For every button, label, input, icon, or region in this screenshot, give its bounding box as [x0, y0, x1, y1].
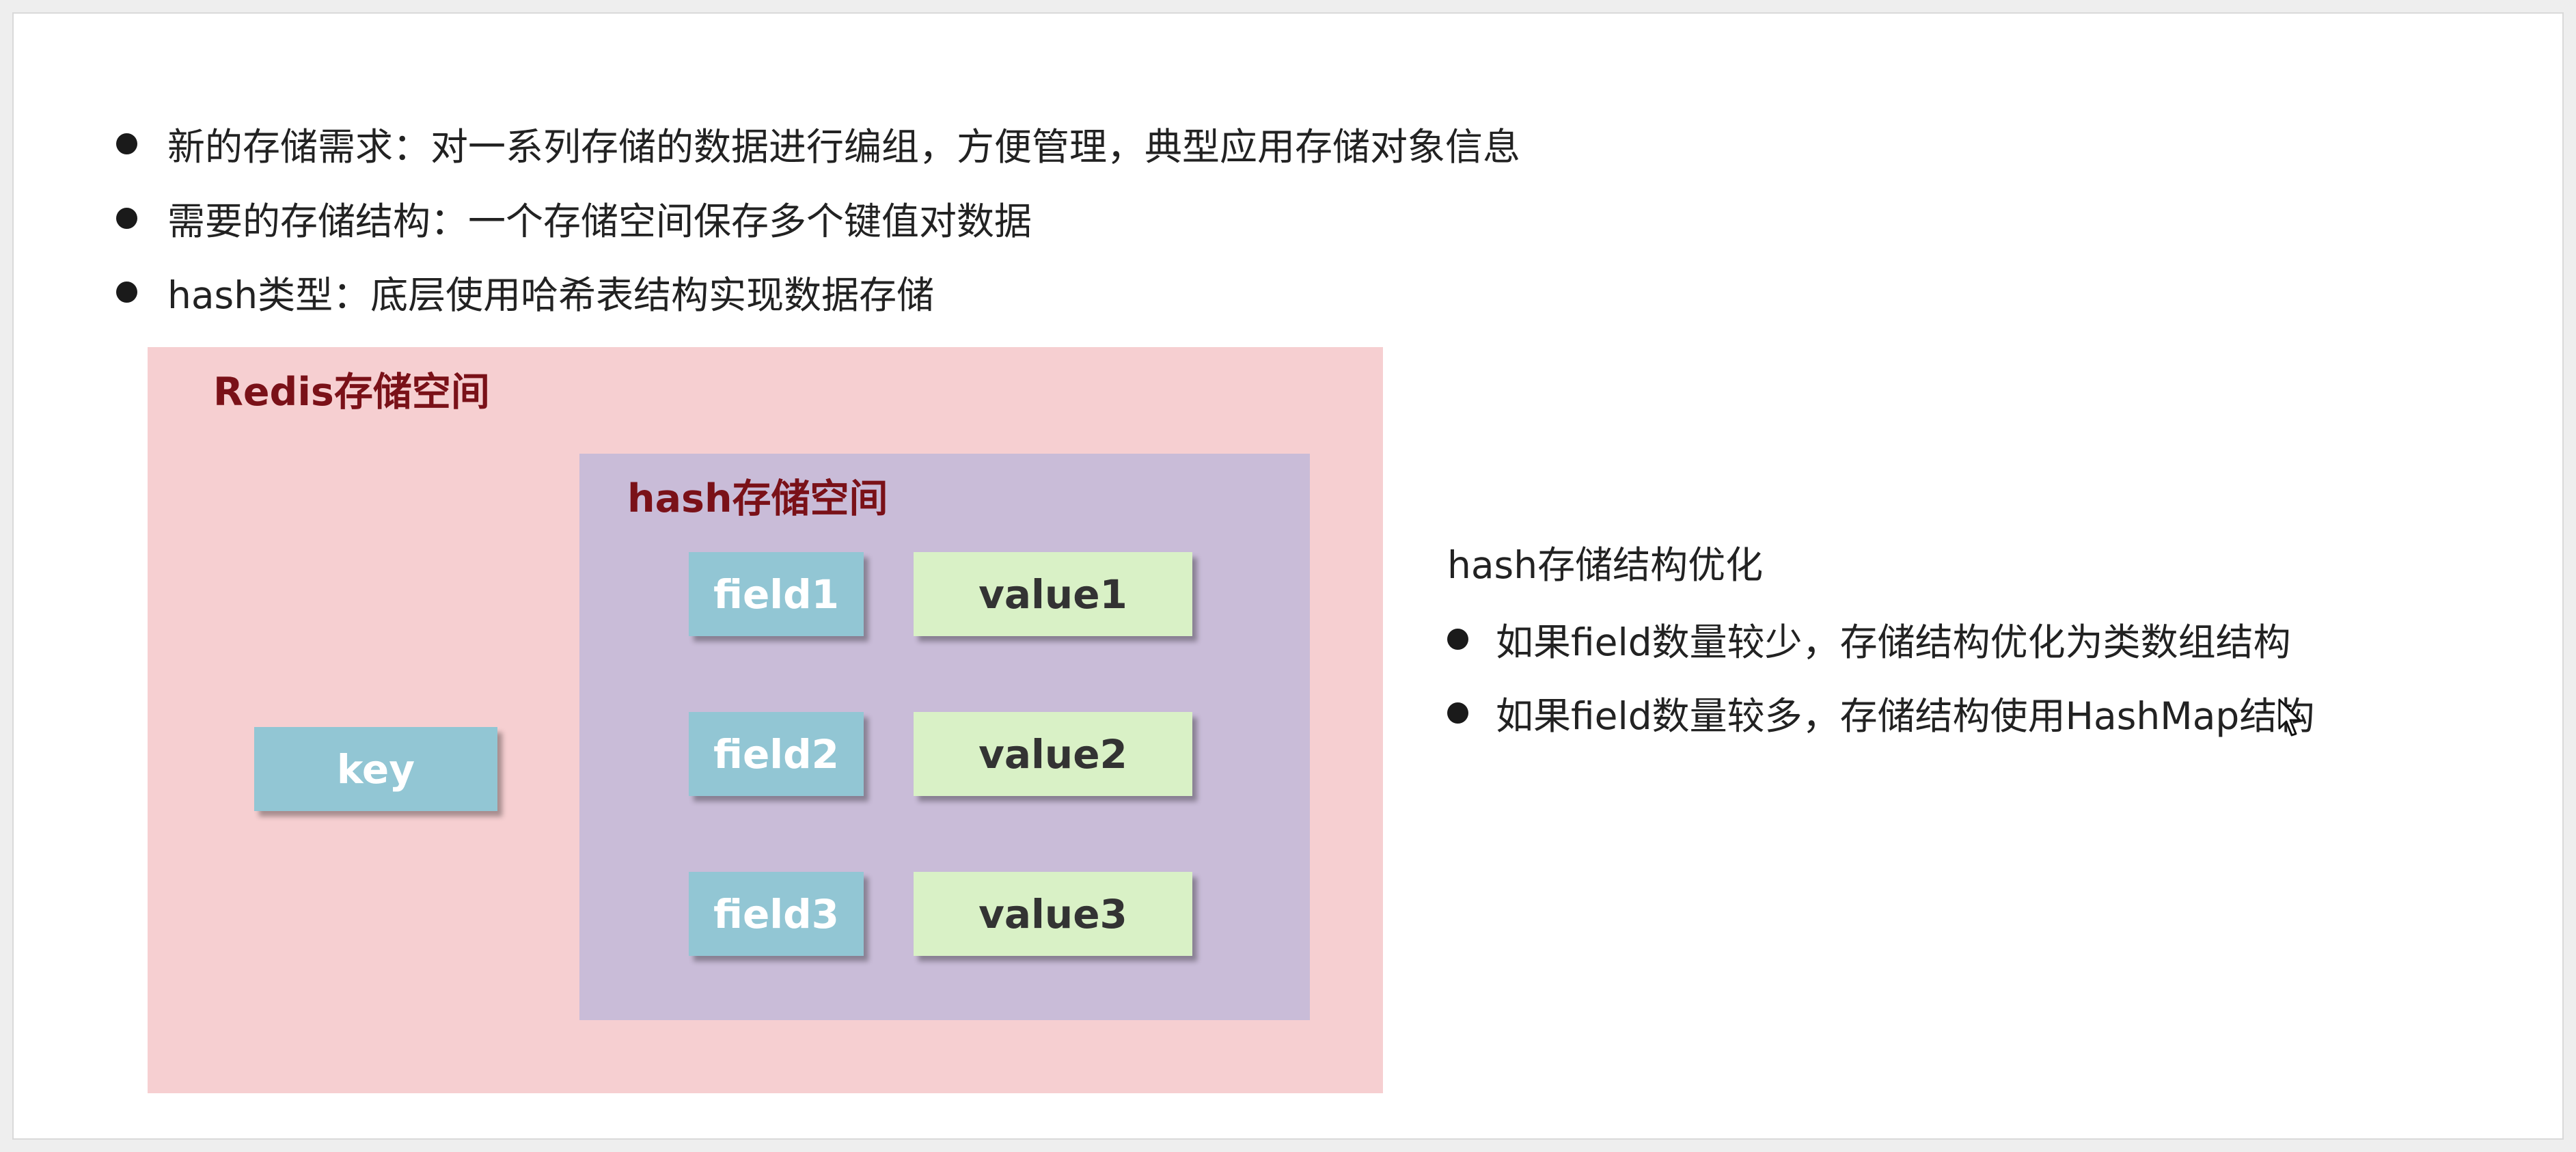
hash-storage-space: hash存储空间 field1 value1 field2 value2 fie… — [579, 454, 1310, 1020]
key-box: key — [254, 727, 497, 811]
optimization-title: hash存储结构优化 — [1447, 543, 1764, 587]
bullet-dot-icon — [116, 207, 137, 229]
redis-storage-space: Redis存储空间 key hash存储空间 field1 value1 fie… — [148, 347, 1383, 1093]
bullet-text: hash类型：底层使用哈希表结构实现数据存储 — [167, 273, 935, 317]
field-box-1: field1 — [689, 552, 864, 636]
value-box-1: value1 — [914, 552, 1192, 636]
optimization-item-few-fields: 如果field数量较少，存储结构优化为类数组结构 — [1447, 608, 2291, 670]
bullet-text: 新的存储需求：对一系列存储的数据进行编组，方便管理，典型应用存储对象信息 — [167, 125, 1521, 169]
bullet-text: 需要的存储结构：一个存储空间保存多个键值对数据 — [167, 200, 1032, 243]
slide: 新的存储需求：对一系列存储的数据进行编组，方便管理，典型应用存储对象信息 需要的… — [12, 12, 2564, 1140]
bullet-item-hash-type: hash类型：底层使用哈希表结构实现数据存储 — [116, 261, 934, 323]
optimization-item-text: 如果field数量较少，存储结构优化为类数组结构 — [1496, 620, 2291, 664]
field-box-2: field2 — [689, 712, 864, 796]
bullet-item-requirement: 新的存储需求：对一系列存储的数据进行编组，方便管理，典型应用存储对象信息 — [116, 113, 1520, 174]
bullet-item-structure: 需要的存储结构：一个存储空间保存多个键值对数据 — [116, 187, 1032, 249]
field-box-3: field3 — [689, 872, 864, 956]
optimization-item-text: 如果field数量较多，存储结构使用HashMap结构 — [1496, 694, 2315, 738]
mouse-pointer-icon — [2278, 698, 2301, 737]
hash-storage-title: hash存储空间 — [627, 476, 888, 521]
value-box-3: value3 — [914, 872, 1192, 956]
bullet-dot-icon — [1447, 702, 1468, 724]
bullet-dot-icon — [116, 133, 137, 154]
redis-storage-title: Redis存储空间 — [213, 370, 490, 415]
value-box-2: value2 — [914, 712, 1192, 796]
optimization-item-many-fields: 如果field数量较多，存储结构使用HashMap结构 — [1447, 682, 2314, 743]
bullet-dot-icon — [116, 281, 137, 303]
bullet-dot-icon — [1447, 628, 1468, 650]
